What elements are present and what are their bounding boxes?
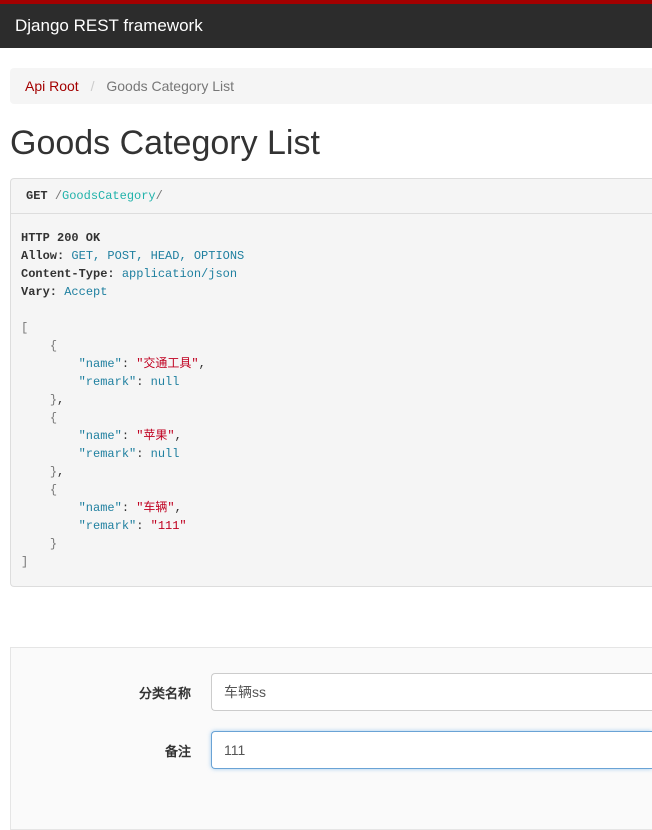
breadcrumb: Api Root / Goods Category List bbox=[10, 68, 652, 104]
breadcrumb-root-link[interactable]: Api Root bbox=[25, 78, 79, 94]
path-slash-1: / bbox=[55, 189, 62, 203]
breadcrumb-current: Goods Category List bbox=[106, 78, 234, 94]
form-panel: 分类名称 备注 bbox=[10, 647, 652, 830]
breadcrumb-divider: / bbox=[91, 78, 95, 94]
response-header-vary: Vary: Accept bbox=[21, 283, 642, 301]
remark-input[interactable] bbox=[211, 731, 652, 769]
response-header-content-type: Content-Type: application/json bbox=[21, 265, 642, 283]
name-input[interactable] bbox=[211, 673, 652, 711]
request-line: GET /GoodsCategory/ bbox=[10, 178, 652, 214]
remark-label: 备注 bbox=[11, 741, 211, 760]
response-panel: HTTP 200 OK Allow: GET, POST, HEAD, OPTI… bbox=[10, 214, 652, 587]
form-row-remark: 备注 bbox=[11, 731, 652, 769]
request-path: GoodsCategory bbox=[62, 189, 156, 203]
response-body: [ { "name": "交通工具", "remark": null }, { … bbox=[21, 301, 642, 571]
navbar-brand[interactable]: Django REST framework bbox=[15, 16, 203, 35]
form-row-name: 分类名称 bbox=[11, 673, 652, 711]
navbar: Django REST framework bbox=[0, 4, 652, 48]
response-header-allow: Allow: GET, POST, HEAD, OPTIONS bbox=[21, 247, 642, 265]
request-method: GET bbox=[26, 189, 48, 203]
response-status: HTTP 200 OK bbox=[21, 229, 642, 247]
name-label: 分类名称 bbox=[11, 683, 211, 702]
page-title: Goods Category List bbox=[10, 124, 652, 163]
path-slash-2: / bbox=[156, 189, 163, 203]
